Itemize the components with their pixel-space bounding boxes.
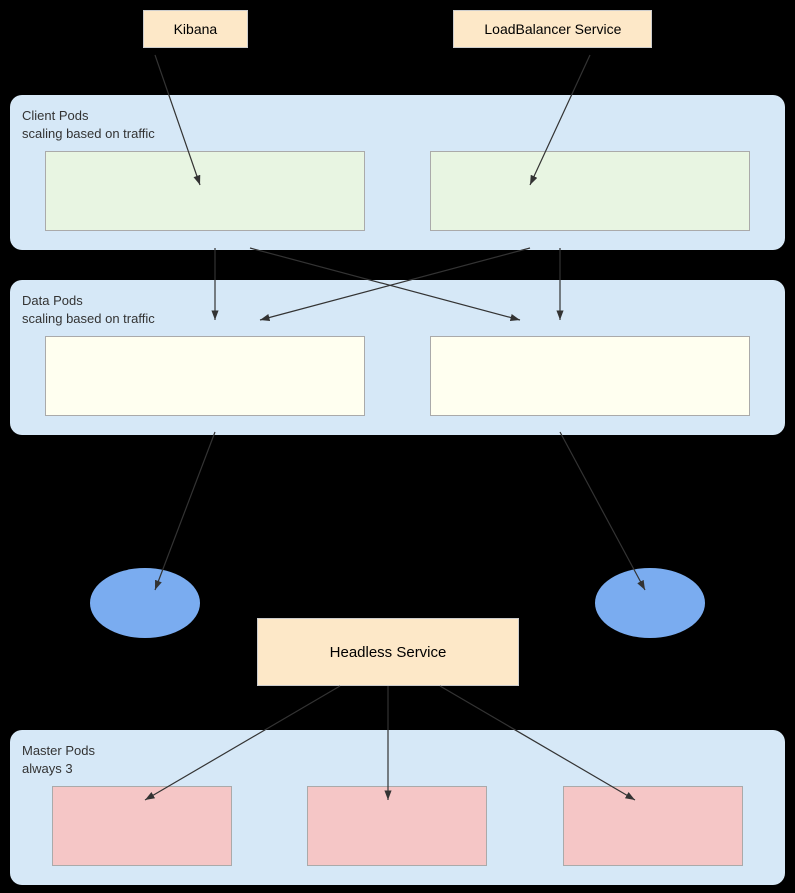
client-pods-row: [22, 151, 773, 231]
kibana-box: Kibana: [143, 10, 249, 48]
loadbalancer-label: LoadBalancer Service: [484, 21, 621, 37]
kibana-label: Kibana: [174, 21, 218, 37]
master-pod-1: [52, 786, 232, 866]
client-pods-label: Client Podsscaling based on traffic: [22, 107, 773, 143]
data-pods-row: [22, 336, 773, 416]
master-pod-2: [307, 786, 487, 866]
loadbalancer-box: LoadBalancer Service: [453, 10, 652, 48]
data-pod-1: [45, 336, 365, 416]
headless-service-label: Headless Service: [330, 644, 447, 661]
oval-left: [90, 568, 200, 638]
client-pod-2: [430, 151, 750, 231]
master-pods-label: Master Podsalways 3: [22, 742, 773, 778]
data-pods-label: Data Podsscaling based on traffic: [22, 292, 773, 328]
master-pods-row: [22, 786, 773, 866]
diagram: Kibana LoadBalancer Service Client Podss…: [0, 0, 795, 893]
data-pods-section: Data Podsscaling based on traffic: [10, 280, 785, 435]
master-pod-3: [563, 786, 743, 866]
client-pod-1: [45, 151, 365, 231]
client-pods-section: Client Podsscaling based on traffic: [10, 95, 785, 250]
headless-service-box: Headless Service: [257, 618, 519, 686]
data-pod-2: [430, 336, 750, 416]
oval-right: [595, 568, 705, 638]
master-pods-section: Master Podsalways 3: [10, 730, 785, 885]
top-boxes: Kibana LoadBalancer Service: [0, 10, 795, 48]
